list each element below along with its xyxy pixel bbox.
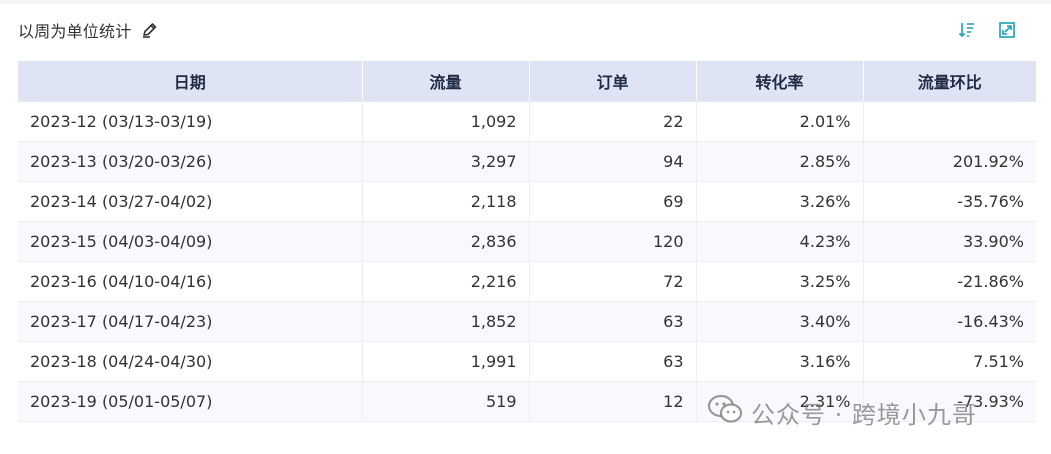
cell-orders: 22 (529, 101, 697, 142)
weekly-stats-panel: 以周为单位统计 日期 流量 订单 转化率 流量环比 2023-12 (03/13… (0, 4, 1051, 454)
cell-date: 2023-13 (03/20-03/26) (18, 141, 363, 182)
cell-date: 2023-17 (04/17-04/23) (18, 301, 363, 342)
weekly-stats-table: 日期 流量 订单 转化率 流量环比 2023-12 (03/13-03/19) … (18, 61, 1036, 422)
cell-traffic-change: -73.93% (863, 381, 1036, 422)
column-header-conversion[interactable]: 转化率 (696, 61, 864, 102)
sort-descending-icon[interactable] (957, 20, 977, 40)
cell-orders: 69 (529, 181, 697, 222)
table-row: 2023-12 (03/13-03/19) 1,092 22 2.01% (18, 101, 1036, 142)
cell-conversion: 3.26% (696, 181, 864, 222)
cell-traffic: 2,118 (362, 181, 530, 222)
column-header-orders[interactable]: 订单 (529, 61, 697, 102)
cell-orders: 120 (529, 221, 697, 262)
cell-date: 2023-14 (03/27-04/02) (18, 181, 363, 222)
table-row: 2023-15 (04/03-04/09) 2,836 120 4.23% 33… (18, 221, 1036, 262)
table-row: 2023-17 (04/17-04/23) 1,852 63 3.40% -16… (18, 301, 1036, 342)
cell-orders: 12 (529, 381, 697, 422)
cell-conversion: 3.25% (696, 261, 864, 302)
cell-orders: 72 (529, 261, 697, 302)
cell-date: 2023-12 (03/13-03/19) (18, 101, 363, 142)
table-row: 2023-16 (04/10-04/16) 2,216 72 3.25% -21… (18, 261, 1036, 302)
cell-date: 2023-19 (05/01-05/07) (18, 381, 363, 422)
table-header-row: 日期 流量 订单 转化率 流量环比 (18, 61, 1036, 102)
cell-traffic: 519 (362, 381, 530, 422)
cell-orders: 94 (529, 141, 697, 182)
cell-date: 2023-16 (04/10-04/16) (18, 261, 363, 302)
cell-traffic-change: -21.86% (863, 261, 1036, 302)
cell-conversion: 3.16% (696, 341, 864, 382)
cell-date: 2023-18 (04/24-04/30) (18, 341, 363, 382)
cell-orders: 63 (529, 301, 697, 342)
cell-traffic-change: -35.76% (863, 181, 1036, 222)
cell-traffic-change: 201.92% (863, 141, 1036, 182)
cell-traffic: 2,836 (362, 221, 530, 262)
cell-traffic: 2,216 (362, 261, 530, 302)
column-header-date[interactable]: 日期 (18, 61, 363, 102)
table-row: 2023-14 (03/27-04/02) 2,118 69 3.26% -35… (18, 181, 1036, 222)
cell-conversion: 2.31% (696, 381, 864, 422)
cell-traffic: 1,852 (362, 301, 530, 342)
table-row: 2023-19 (05/01-05/07) 519 12 2.31% -73.9… (18, 381, 1036, 422)
panel-title: 以周为单位统计 (18, 22, 132, 41)
table-row: 2023-13 (03/20-03/26) 3,297 94 2.85% 201… (18, 141, 1036, 182)
table-row: 2023-18 (04/24-04/30) 1,991 63 3.16% 7.5… (18, 341, 1036, 382)
cell-traffic-change (863, 101, 1036, 142)
cell-date: 2023-15 (04/03-04/09) (18, 221, 363, 262)
panel-header: 以周为单位统计 (18, 16, 1033, 44)
cell-conversion: 2.85% (696, 141, 864, 182)
cell-conversion: 3.40% (696, 301, 864, 342)
cell-traffic-change: 7.51% (863, 341, 1036, 382)
cell-orders: 63 (529, 341, 697, 382)
column-header-traffic[interactable]: 流量 (362, 61, 530, 102)
expand-window-icon[interactable] (997, 20, 1017, 40)
cell-traffic-change: -16.43% (863, 301, 1036, 342)
cell-conversion: 4.23% (696, 221, 864, 262)
pen-icon[interactable] (141, 21, 159, 39)
cell-traffic: 1,092 (362, 101, 530, 142)
cell-traffic: 3,297 (362, 141, 530, 182)
column-header-traffic-change[interactable]: 流量环比 (863, 61, 1036, 102)
cell-traffic-change: 33.90% (863, 221, 1036, 262)
cell-traffic: 1,991 (362, 341, 530, 382)
panel-actions (957, 16, 1017, 44)
cell-conversion: 2.01% (696, 101, 864, 142)
